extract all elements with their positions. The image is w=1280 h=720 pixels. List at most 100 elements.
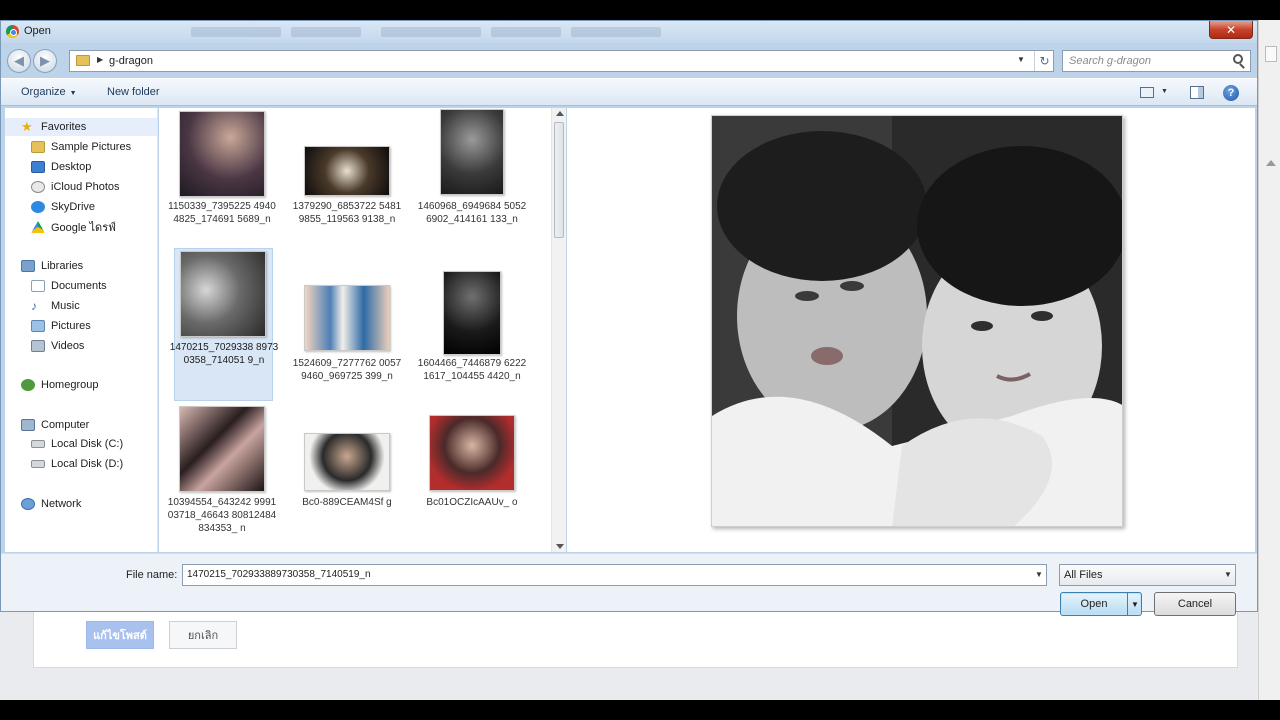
file-type-select[interactable]: All Files ▼ bbox=[1059, 564, 1236, 586]
sidebar-item-google-drive[interactable]: Google ไดรฟ์ bbox=[31, 218, 116, 236]
file-item[interactable]: 1460968_6949684 50526902_414161 133_n bbox=[417, 108, 527, 240]
scroll-up-icon[interactable] bbox=[556, 111, 564, 116]
cancel-button[interactable]: Cancel bbox=[1154, 592, 1236, 616]
web-cancel-button[interactable]: ยกเลิก bbox=[169, 621, 237, 649]
file-name: 1470215_7029338 89730358_714051 9_n bbox=[169, 342, 279, 366]
libraries-icon bbox=[21, 260, 35, 272]
pictures-icon bbox=[31, 320, 45, 332]
file-thumbnail bbox=[429, 415, 515, 491]
folder-icon bbox=[76, 55, 90, 66]
sidebar-item-icloud-photos[interactable]: iCloud Photos bbox=[31, 178, 120, 196]
refresh-button[interactable]: ↻ bbox=[1034, 51, 1054, 71]
desktop-icon bbox=[31, 161, 45, 173]
title-bar: Open ✕ bbox=[1, 21, 1257, 43]
sidebar-item-homegroup[interactable]: Homegroup bbox=[21, 376, 98, 394]
scroll-box bbox=[1265, 46, 1277, 62]
browser-scrollbar[interactable] bbox=[1258, 20, 1280, 700]
breadcrumb[interactable]: g-dragon bbox=[109, 55, 153, 67]
close-button[interactable]: ✕ bbox=[1209, 21, 1253, 39]
videos-icon bbox=[31, 340, 45, 352]
file-list: 1150339_7395225 49404825_174691 5689_n 1… bbox=[159, 108, 565, 552]
organize-button[interactable]: Organize ▼ bbox=[21, 86, 77, 98]
sidebar-item-desktop[interactable]: Desktop bbox=[31, 158, 91, 176]
file-name-value: 1470215_702933889730358_7140519_n bbox=[187, 569, 371, 580]
file-item[interactable]: 1604466_7446879 62221617_104455 4420_n bbox=[417, 248, 527, 382]
sidebar-item-network[interactable]: Network bbox=[21, 495, 81, 513]
file-item[interactable]: 1524609_7277762 00579460_969725 399_n bbox=[292, 248, 402, 382]
sidebar-item-label: Local Disk (D:) bbox=[51, 458, 124, 470]
sidebar-item-local-disk-c[interactable]: Local Disk (C:) bbox=[31, 435, 123, 453]
views-icon[interactable] bbox=[1140, 87, 1154, 98]
file-list-scrollbar[interactable] bbox=[551, 108, 566, 552]
file-item[interactable]: Bc01OCZIcAAUv_ o bbox=[417, 406, 527, 538]
sidebar-item-computer[interactable]: Computer bbox=[21, 416, 89, 434]
search-icon[interactable] bbox=[1233, 54, 1243, 64]
sidebar-item-label: Documents bbox=[51, 280, 107, 292]
sidebar-item-local-disk-d[interactable]: Local Disk (D:) bbox=[31, 455, 123, 473]
file-item[interactable]: 10394554_643242 999103718_46643 80812484… bbox=[167, 406, 277, 538]
file-thumbnail bbox=[179, 406, 265, 492]
sidebar-item-favorites[interactable]: ★ Favorites bbox=[5, 118, 157, 136]
web-primary-button[interactable]: แก้ไขโพสต์ bbox=[86, 621, 154, 649]
file-item[interactable]: 1150339_7395225 49404825_174691 5689_n bbox=[167, 108, 277, 240]
breadcrumb-arrow-icon[interactable]: ▶ bbox=[97, 55, 103, 64]
sidebar-item-label: Network bbox=[41, 498, 82, 510]
file-name-label: File name: bbox=[126, 569, 178, 581]
sidebar-item-label: Pictures bbox=[51, 320, 91, 332]
chevron-down-icon: ▼ bbox=[69, 90, 77, 97]
new-folder-button[interactable]: New folder bbox=[107, 86, 160, 98]
file-item[interactable]: Bc0-889CEAM4Sf g bbox=[292, 406, 402, 538]
file-item[interactable]: 1379290_6853722 54819855_119563 9138_n bbox=[292, 108, 402, 240]
forward-button[interactable]: ▶ bbox=[33, 49, 57, 73]
file-name-input[interactable]: 1470215_702933889730358_7140519_n ▼ bbox=[182, 564, 1047, 586]
dialog-title: Open bbox=[24, 25, 51, 37]
background-webpage: แก้ไขโพสต์ ยกเลิก bbox=[0, 612, 1258, 700]
sidebar-item-skydrive[interactable]: SkyDrive bbox=[31, 198, 95, 216]
sidebar-item-pictures[interactable]: Pictures bbox=[31, 317, 91, 335]
file-name: Bc01OCZIcAAUv_ o bbox=[426, 497, 518, 508]
sidebar-item-videos[interactable]: Videos bbox=[31, 337, 84, 355]
back-button[interactable]: ◀ bbox=[7, 49, 31, 73]
address-bar[interactable]: ▶ g-dragon ▼ ↻ bbox=[69, 50, 1054, 72]
file-thumbnail bbox=[304, 146, 390, 196]
documents-icon bbox=[31, 280, 45, 292]
sidebar-item-label: SkyDrive bbox=[51, 201, 96, 213]
chevron-down-icon[interactable]: ▼ bbox=[1161, 88, 1168, 95]
chevron-down-icon[interactable]: ▼ bbox=[1035, 570, 1043, 579]
sidebar-item-label: iCloud Photos bbox=[51, 181, 120, 193]
file-name: 1604466_7446879 62221617_104455 4420_n bbox=[417, 358, 527, 382]
navigation-pane: ★ Favorites Sample Pictures Desktop iClou… bbox=[5, 108, 158, 552]
scroll-up-icon[interactable] bbox=[1266, 160, 1276, 166]
file-name: 10394554_643242 999103718_46643 80812484… bbox=[167, 497, 277, 534]
file-name: 1379290_6853722 54819855_119563 9138_n bbox=[292, 201, 402, 225]
sidebar-item-label: Videos bbox=[51, 340, 85, 352]
web-panel: แก้ไขโพสต์ ยกเลิก bbox=[33, 612, 1238, 668]
chevron-down-icon[interactable]: ▼ bbox=[1017, 55, 1025, 64]
file-name: 1524609_7277762 00579460_969725 399_n bbox=[292, 358, 402, 382]
sidebar-item-label: Sample Pictures bbox=[51, 141, 132, 153]
chevron-down-icon: ▼ bbox=[1224, 570, 1232, 579]
preview-pane-icon[interactable] bbox=[1190, 86, 1204, 99]
search-input[interactable]: Search g-dragon bbox=[1062, 50, 1251, 72]
preview-pane bbox=[567, 108, 1255, 552]
file-item-selected[interactable]: 1470215_7029338 89730358_714051 9_n bbox=[170, 248, 278, 401]
chrome-icon bbox=[6, 25, 19, 38]
open-file-dialog: Open ✕ ◀ ▶ ▶ g-dragon ▼ ↻ Search g-drago… bbox=[0, 20, 1258, 616]
address-row: ◀ ▶ ▶ g-dragon ▼ ↻ Search g-dragon bbox=[1, 45, 1257, 77]
sidebar-item-label: Libraries bbox=[41, 260, 84, 272]
sidebar-item-label: Computer bbox=[41, 419, 90, 431]
folder-icon bbox=[31, 141, 45, 153]
help-icon[interactable]: ? bbox=[1223, 85, 1239, 101]
scroll-down-icon[interactable] bbox=[556, 544, 564, 549]
sidebar-item-documents[interactable]: Documents bbox=[31, 277, 107, 295]
file-thumbnail bbox=[180, 251, 266, 337]
file-thumbnail bbox=[304, 433, 390, 491]
open-button[interactable]: Open ▼ bbox=[1060, 592, 1142, 616]
scroll-thumb[interactable] bbox=[554, 122, 564, 238]
sidebar-item-music[interactable]: ♪ Music bbox=[31, 297, 80, 315]
open-button-label: Open bbox=[1080, 598, 1108, 610]
sidebar-item-libraries[interactable]: Libraries bbox=[21, 257, 83, 275]
open-dropdown-icon[interactable]: ▼ bbox=[1127, 593, 1142, 615]
sidebar-item-sample-pictures[interactable]: Sample Pictures bbox=[31, 138, 131, 156]
file-thumbnail bbox=[179, 111, 265, 197]
